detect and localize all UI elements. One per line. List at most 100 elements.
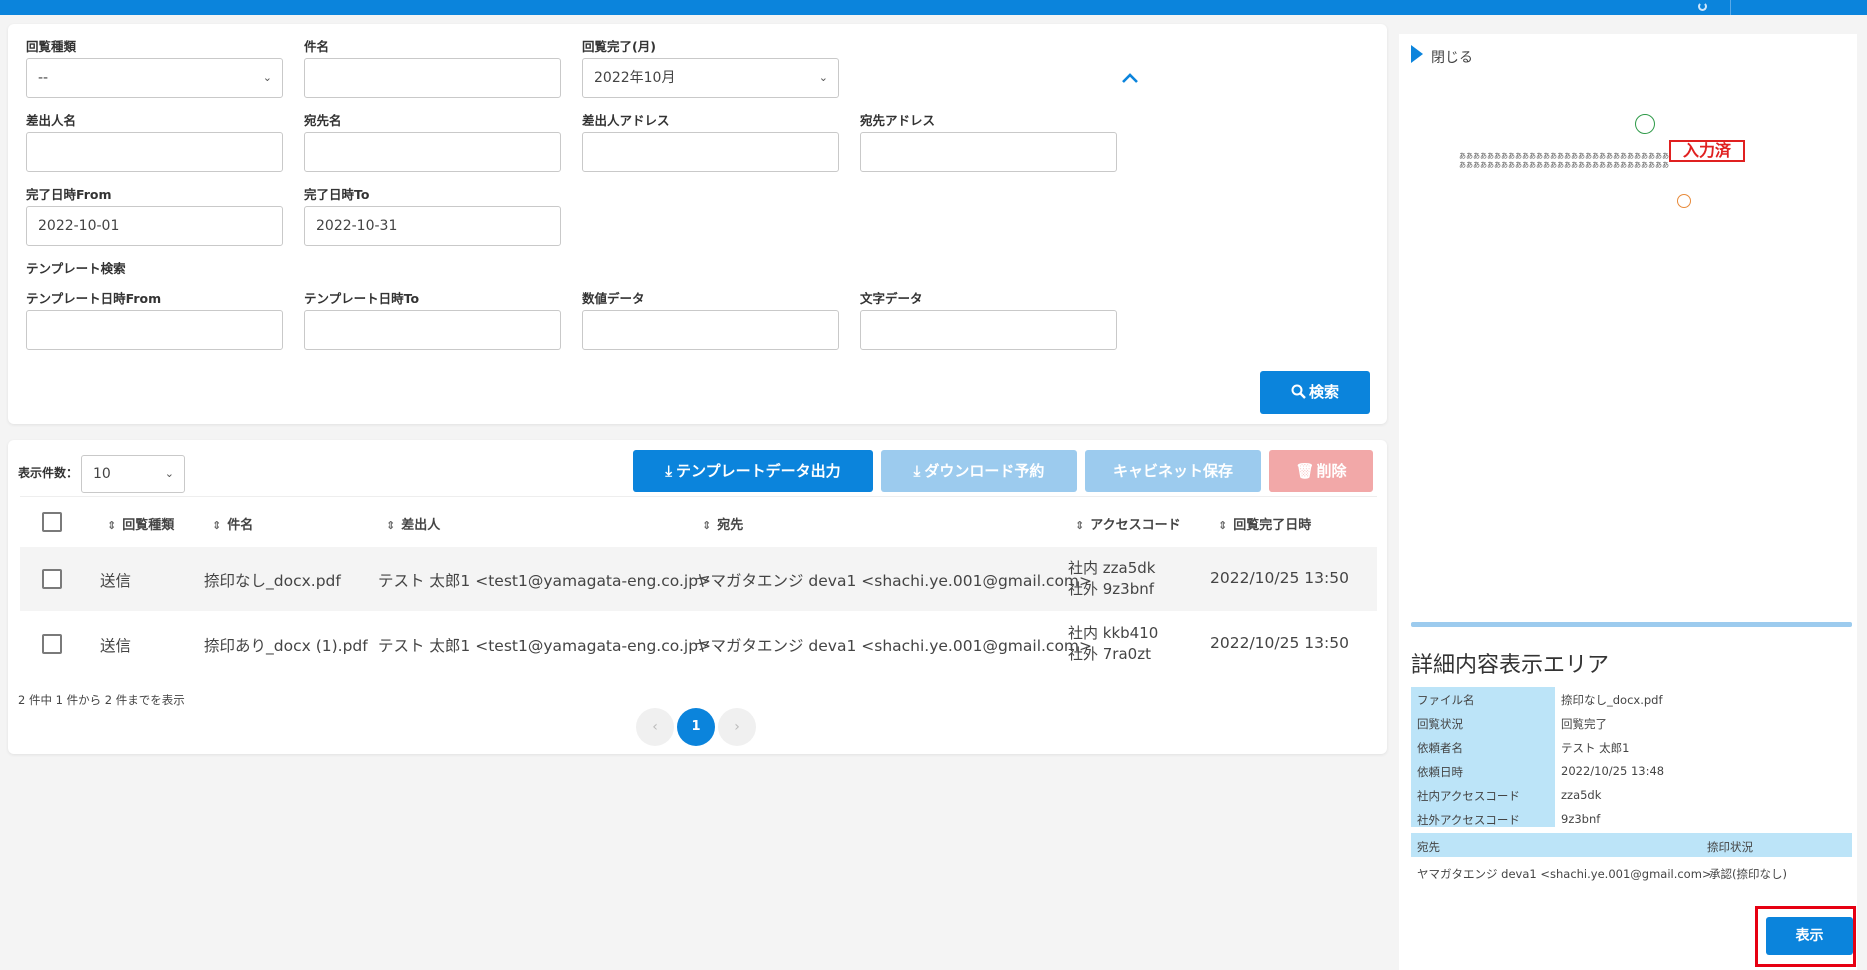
stamp-status-header: 捺印状況 <box>1707 840 1753 854</box>
template-to-label: テンプレート日時To <box>304 291 420 306</box>
table-row[interactable]: 送信 捺印あり_docx (1).pdf テスト 太郎1 <test1@yama… <box>20 612 1377 676</box>
text-data-label: 文字データ <box>860 291 923 306</box>
page-size-label: 表示件数： <box>18 466 79 480</box>
result-summary: 2 件中 1 件から 2 件までを表示 <box>18 693 185 707</box>
detail-side-panel: 閉じる ああああああああああああああああああああああああああああああああ あああ… <box>1399 34 1857 970</box>
row-checkbox[interactable] <box>42 569 62 589</box>
row-subject: 捺印あり_docx (1).pdf <box>204 637 368 655</box>
row-recipient: ヤマガタエンジ deva1 <shachi.ye.001@gmail.com> <box>695 637 1093 655</box>
collapse-arrow-icon[interactable] <box>1411 45 1423 63</box>
detail-value-external-code: 9z3bnf <box>1561 812 1601 826</box>
column-header-kind[interactable]: ⇕ 回覧種類 <box>107 514 174 533</box>
chevron-down-icon: ⌄ <box>818 71 828 84</box>
row-code-internal: 社内 zza5dk <box>1068 559 1156 577</box>
column-header-access-code[interactable]: ⇕ アクセスコード <box>1075 514 1181 533</box>
sort-icon: ⇕ <box>107 519 117 532</box>
cabinet-save-button[interactable]: キャビネット保存 <box>1085 450 1261 492</box>
recipient-address-input[interactable] <box>860 132 1117 172</box>
detail-value-filename: 捺印なし_docx.pdf <box>1561 693 1663 707</box>
sort-icon: ⇕ <box>1218 519 1228 532</box>
search-panel: 回覧種類 -- ⌄ 件名 回覧完了(月) 2022年10月 ⌄ 差出人名 宛先名… <box>8 24 1387 424</box>
sort-icon: ⇕ <box>386 519 396 532</box>
pager-prev-button[interactable]: ‹ <box>636 708 674 746</box>
detail-value-request-date: 2022/10/25 13:48 <box>1561 764 1665 778</box>
detail-label-internal-code: 社内アクセスコード <box>1417 789 1520 803</box>
destination-header: 宛先 <box>1417 840 1440 854</box>
numeric-data-label: 数値データ <box>582 291 645 306</box>
row-code-internal: 社内 kkb410 <box>1068 624 1159 642</box>
table-row[interactable]: 送信 捺印なし_docx.pdf テスト 太郎1 <test1@yamagata… <box>20 547 1377 611</box>
chevron-down-icon: ⌄ <box>262 71 272 84</box>
search-button[interactable]: 検索 <box>1260 371 1370 414</box>
row-kind: 送信 <box>100 637 132 655</box>
select-all-checkbox[interactable] <box>42 512 62 532</box>
page-size-select[interactable]: 10 ⌄ <box>81 455 185 493</box>
row-sender: テスト 太郎1 <test1@yamagata-eng.co.jp> <box>378 572 712 590</box>
completed-to-label: 完了日時To <box>304 187 370 202</box>
recipient-input[interactable] <box>304 132 561 172</box>
search-icon <box>1291 384 1306 399</box>
kind-select[interactable]: -- ⌄ <box>26 58 283 98</box>
recipient-address-label: 宛先アドレス <box>860 113 936 128</box>
completed-from-label: 完了日時From <box>26 187 112 202</box>
sender-label: 差出人名 <box>26 113 77 128</box>
numeric-data-input[interactable] <box>582 310 839 350</box>
download-icon: ⤓ <box>913 462 921 480</box>
text-data-input[interactable] <box>860 310 1117 350</box>
detail-label-status: 回覧状況 <box>1417 717 1463 731</box>
completed-from-input[interactable]: 2022-10-01 <box>26 206 283 246</box>
completed-to-input[interactable]: 2022-10-31 <box>304 206 561 246</box>
sort-icon: ⇕ <box>1075 519 1085 532</box>
recipient-label: 宛先名 <box>304 113 342 128</box>
preview-document-text: ああああああああああああああああああああああああああああああああ あああああああ… <box>1459 152 1671 169</box>
row-sender: テスト 太郎1 <test1@yamagata-eng.co.jp> <box>378 637 712 655</box>
stamp-status-value: 承認(捺印なし) <box>1709 867 1787 881</box>
detail-label-filename: ファイル名 <box>1417 693 1475 707</box>
approval-seal-icon <box>1635 114 1655 134</box>
column-header-sender[interactable]: ⇕ 差出人 <box>386 514 440 533</box>
chevron-down-icon: ⌄ <box>164 467 174 480</box>
column-header-recipient[interactable]: ⇕ 宛先 <box>702 514 743 533</box>
table-header: ⇕ 回覧種類 ⇕ 件名 ⇕ 差出人 ⇕ 宛先 ⇕ アクセスコード ⇕ 回覧完了日時 <box>20 496 1377 546</box>
settings-icon[interactable] <box>1698 2 1707 11</box>
input-complete-stamp: 入力済 <box>1669 140 1745 162</box>
detail-label-column <box>1411 687 1555 827</box>
pager-page-1[interactable]: 1 <box>677 708 715 746</box>
download-reserve-button[interactable]: ⤓ ダウンロード予約 <box>881 450 1077 492</box>
row-subject: 捺印なし_docx.pdf <box>204 572 341 590</box>
detail-value-internal-code: zza5dk <box>1561 788 1602 802</box>
row-completed: 2022/10/25 13:50 <box>1210 634 1349 652</box>
template-to-input[interactable] <box>304 310 561 350</box>
pager-next-button[interactable]: › <box>718 708 756 746</box>
delete-button[interactable]: 🗑 削除 <box>1269 450 1373 492</box>
month-label: 回覧完了(月) <box>582 39 656 54</box>
subject-input[interactable] <box>304 58 561 98</box>
sort-icon: ⇕ <box>702 519 712 532</box>
month-select[interactable]: 2022年10月 ⌄ <box>582 58 839 98</box>
column-header-subject[interactable]: ⇕ 件名 <box>212 514 253 533</box>
template-export-button[interactable]: ⤓ テンプレートデータ出力 <box>633 450 873 492</box>
column-header-completed[interactable]: ⇕ 回覧完了日時 <box>1218 514 1311 533</box>
row-completed: 2022/10/25 13:50 <box>1210 569 1349 587</box>
sender-address-label: 差出人アドレス <box>582 113 670 128</box>
destination-value: ヤマガタエンジ deva1 <shachi.ye.001@gmail.com> <box>1417 867 1712 881</box>
results-panel: 表示件数： 10 ⌄ ⤓ テンプレートデータ出力 ⤓ ダウンロード予約 キャビネット… <box>8 440 1387 754</box>
row-code-external: 社外 7ra0zt <box>1068 645 1151 663</box>
template-from-input[interactable] <box>26 310 283 350</box>
kind-label: 回覧種類 <box>26 39 77 54</box>
trash-icon: 🗑 <box>1295 462 1315 480</box>
row-code-external: 社外 9z3bnf <box>1068 580 1155 598</box>
seal-stamp-icon <box>1677 194 1691 208</box>
detail-label-request-date: 依頼日時 <box>1417 765 1463 779</box>
detail-title: 詳細内容表示エリア <box>1411 653 1610 678</box>
close-panel-link[interactable]: 閉じる <box>1431 47 1473 67</box>
top-bar <box>0 0 1867 15</box>
row-checkbox[interactable] <box>42 634 62 654</box>
template-from-label: テンプレート日時From <box>26 291 162 306</box>
template-search-heading: テンプレート検索 <box>26 261 126 276</box>
show-button[interactable]: 表示 <box>1766 917 1853 955</box>
sort-icon: ⇕ <box>212 519 222 532</box>
sender-input[interactable] <box>26 132 283 172</box>
sender-address-input[interactable] <box>582 132 839 172</box>
chevron-up-icon[interactable] <box>1121 72 1139 84</box>
